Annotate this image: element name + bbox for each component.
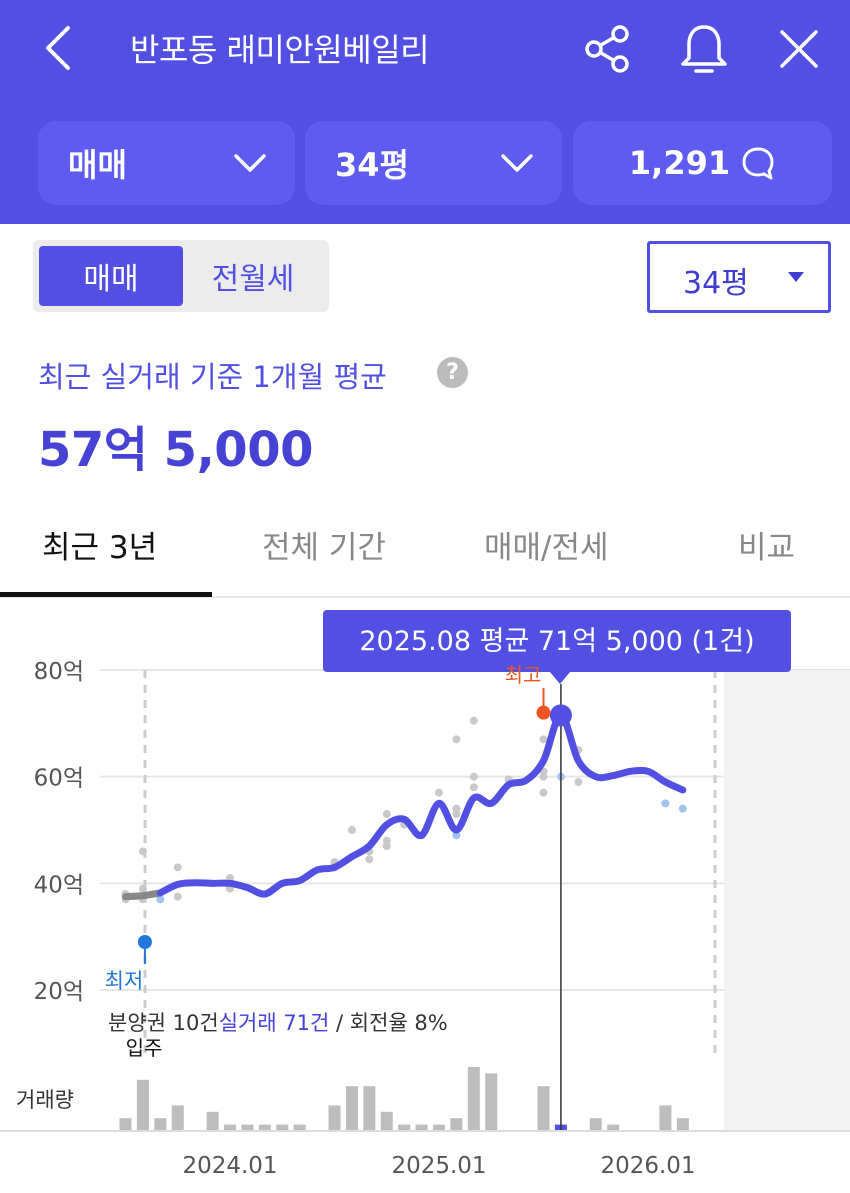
transaction-point bbox=[574, 778, 583, 786]
volume-bar bbox=[328, 1105, 341, 1131]
bell-icon bbox=[681, 25, 727, 73]
x-tick-label: 2024.01 bbox=[182, 1153, 277, 1179]
tooltip: 2025.08 평균 71억 5,000 (1건) bbox=[323, 610, 791, 684]
trade-type-dropdown[interactable]: 매매 bbox=[38, 121, 295, 205]
share-button[interactable] bbox=[582, 24, 632, 74]
transaction-point bbox=[539, 772, 548, 781]
volume-bar bbox=[485, 1073, 498, 1131]
segment-sale[interactable]: 매매 bbox=[39, 246, 183, 306]
volume-bar bbox=[676, 1118, 689, 1131]
trade-type-label: 매매 bbox=[68, 146, 127, 184]
top-bar: 반포동 래미안원베일리 bbox=[0, 0, 850, 100]
transaction-point bbox=[539, 788, 548, 797]
period-tabs: 최근 3년 전체 기간 매매/전세 비교 bbox=[0, 500, 850, 598]
size-label: 34평 bbox=[335, 146, 409, 184]
transaction-point bbox=[452, 810, 461, 818]
volume-bar bbox=[537, 1086, 550, 1131]
tooltip-text: 2025.08 평균 71억 5,000 (1건) bbox=[359, 626, 754, 657]
average-price-line bbox=[156, 711, 687, 898]
transaction-point bbox=[347, 826, 356, 834]
volume-bar bbox=[345, 1086, 358, 1131]
legend-real: 실거래 71건 bbox=[219, 1011, 330, 1035]
notification-button[interactable] bbox=[677, 22, 731, 76]
transaction-point bbox=[435, 788, 443, 797]
legend-turnover: / 회전율 8% bbox=[329, 1011, 447, 1035]
comment-count: 1,291 bbox=[628, 144, 731, 182]
transaction-point bbox=[173, 863, 182, 872]
size-select[interactable]: 34평 bbox=[647, 241, 831, 313]
volume-bar bbox=[589, 1118, 602, 1131]
transaction-point bbox=[469, 772, 478, 781]
transaction-point bbox=[173, 892, 182, 901]
chevron-down-icon bbox=[501, 154, 533, 172]
segment-rent[interactable]: 전월세 bbox=[181, 246, 325, 306]
average-value: 57억 5,000 bbox=[38, 422, 314, 478]
comment-icon bbox=[742, 147, 774, 180]
volume-bar bbox=[154, 1118, 167, 1131]
size-dropdown[interactable]: 34평 bbox=[305, 121, 562, 205]
back-button[interactable] bbox=[38, 22, 82, 74]
tab-compare[interactable]: 비교 bbox=[738, 522, 795, 567]
back-icon bbox=[46, 26, 70, 70]
future-shade bbox=[724, 670, 850, 1130]
legend-presale: 분양권 10건 bbox=[108, 1011, 219, 1035]
page-title: 반포동 래미안원베일리 bbox=[130, 31, 430, 69]
caret-down-icon bbox=[788, 272, 804, 282]
help-icon[interactable]: ? bbox=[437, 357, 468, 388]
x-tick-label: 2026.01 bbox=[600, 1153, 695, 1179]
volume-bar bbox=[659, 1105, 672, 1131]
volume-bar bbox=[171, 1105, 184, 1131]
transaction-point bbox=[469, 716, 478, 725]
transaction-point bbox=[138, 847, 147, 856]
volume-label: 거래량 bbox=[16, 1088, 74, 1112]
close-icon bbox=[780, 30, 818, 68]
highest-marker bbox=[536, 705, 551, 720]
transaction-point bbox=[382, 842, 391, 850]
app-header: 반포동 래미안원베일리 매매 34평 1,291 bbox=[0, 0, 850, 224]
transaction-point bbox=[382, 810, 391, 818]
share-icon bbox=[585, 25, 629, 73]
transaction-point bbox=[678, 804, 687, 813]
transaction-point bbox=[469, 783, 478, 792]
presale-average-line bbox=[122, 889, 164, 901]
highlight-point bbox=[549, 704, 572, 727]
trade-segment-control: 매매 전월세 bbox=[33, 240, 329, 312]
tab-all-period[interactable]: 전체 기간 bbox=[262, 522, 386, 567]
volume-bar bbox=[450, 1118, 463, 1131]
chevron-down-icon bbox=[234, 154, 266, 172]
tooltip-pointer bbox=[550, 672, 570, 684]
volume-bar bbox=[380, 1111, 393, 1131]
highest-label: 최고 bbox=[505, 663, 542, 687]
y-tick-label: 40억 bbox=[34, 872, 84, 898]
tab-sale-jeonse[interactable]: 매매/전세 bbox=[484, 522, 609, 567]
move-in-label: 입주 bbox=[126, 1036, 163, 1060]
x-tick-label: 2025.01 bbox=[391, 1153, 486, 1179]
tab-recent-3y[interactable]: 최근 3년 bbox=[42, 522, 157, 567]
y-tick-label: 20억 bbox=[34, 979, 84, 1005]
comments-button[interactable]: 1,291 bbox=[573, 121, 832, 205]
close-button[interactable] bbox=[774, 24, 824, 74]
volume-bar bbox=[119, 1118, 132, 1131]
transaction-point bbox=[661, 799, 670, 808]
volume-bar bbox=[206, 1111, 219, 1131]
transaction-point bbox=[138, 884, 147, 893]
tab-indicator bbox=[0, 592, 212, 597]
y-tick-label: 80억 bbox=[34, 659, 84, 685]
price-chart[interactable]: 80억 60억 40억 20억 2024.01 2025.01 2026.01 2025.0… bbox=[0, 600, 850, 1193]
transaction-point bbox=[365, 855, 374, 864]
transaction-legend: 분양권 10건실거래 71건 / 회전율 8% bbox=[108, 1011, 448, 1035]
volume-bar bbox=[467, 1067, 480, 1131]
size-select-label: 34평 bbox=[683, 266, 749, 301]
transaction-point bbox=[452, 735, 461, 744]
y-tick-label: 60억 bbox=[34, 766, 84, 792]
volume-bar bbox=[136, 1079, 149, 1131]
average-label: 최근 실거래 기준 1개월 평균 bbox=[38, 360, 387, 394]
lowest-label: 최저 bbox=[105, 969, 144, 993]
volume-bar bbox=[363, 1086, 376, 1131]
